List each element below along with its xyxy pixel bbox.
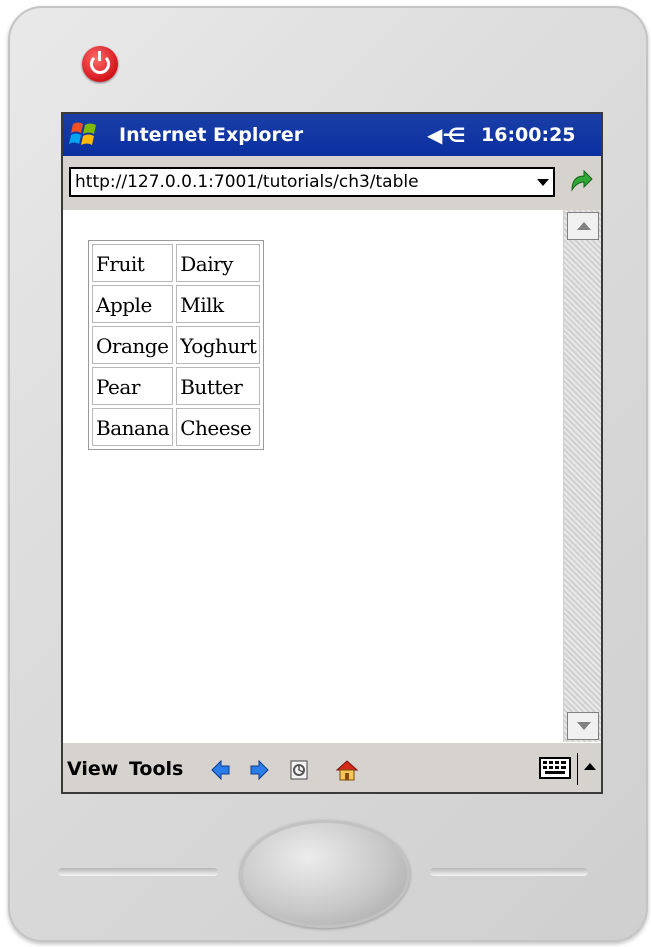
table-cell: Orange [92,326,174,364]
table-row: Apple Milk [92,285,261,323]
url-text: http://127.0.0.1:7001/tutorials/ch3/tabl… [75,172,419,192]
home-icon[interactable] [335,758,359,782]
table-cell: Pear [92,367,174,405]
scroll-down-icon [577,722,591,730]
speaker-grill-right [430,868,588,876]
power-icon [90,51,110,74]
speaker-grill-left [58,868,218,876]
speaker-muted-icon[interactable]: ◀⋲ [427,123,466,147]
app-title: Internet Explorer [119,124,304,146]
forward-icon[interactable] [247,758,271,782]
vertical-scrollbar[interactable] [563,210,601,742]
table-row: Pear Butter [92,367,261,405]
table-cell: Apple [92,285,174,323]
sip-arrow-icon[interactable] [584,763,596,770]
table-row: Fruit Dairy [92,244,261,282]
url-dropdown-icon[interactable] [537,179,549,186]
clock[interactable]: 16:00:25 [481,124,576,146]
table-cell: Milk [176,285,261,323]
table-cell: Fruit [92,244,174,282]
url-input[interactable]: http://127.0.0.1:7001/tutorials/ch3/tabl… [69,167,555,197]
table-cell: Banana [92,408,174,446]
table-cell: Cheese [176,408,261,446]
title-bar: Internet Explorer ◀⋲ 16:00:25 [63,114,601,156]
page-content: Fruit Dairy Apple Milk Orange Yoghurt Pe… [63,210,563,742]
address-bar: http://127.0.0.1:7001/tutorials/ch3/tabl… [63,156,601,211]
screen: Internet Explorer ◀⋲ 16:00:25 http://127… [61,112,603,794]
back-icon[interactable] [209,758,233,782]
table-cell: Yoghurt [176,326,261,364]
go-icon[interactable] [566,168,594,196]
menu-view[interactable]: View [67,758,118,780]
sip-divider [577,753,578,785]
table-row: Banana Cheese [92,408,261,446]
favorites-icon[interactable] [287,758,311,782]
table-row: Orange Yoghurt [92,326,261,364]
windows-start-icon[interactable] [69,120,99,148]
menu-bar: View Tools [63,742,601,792]
table-cell: Dairy [176,244,261,282]
scroll-down-button[interactable] [567,712,599,740]
menu-tools[interactable]: Tools [129,758,183,780]
fruit-dairy-table: Fruit Dairy Apple Milk Orange Yoghurt Pe… [88,240,265,450]
scroll-up-button[interactable] [567,212,599,240]
power-button[interactable] [82,46,118,82]
scroll-up-icon [577,222,591,230]
navigation-button[interactable] [240,820,410,928]
keyboard-icon[interactable] [539,757,571,779]
table-cell: Butter [176,367,261,405]
